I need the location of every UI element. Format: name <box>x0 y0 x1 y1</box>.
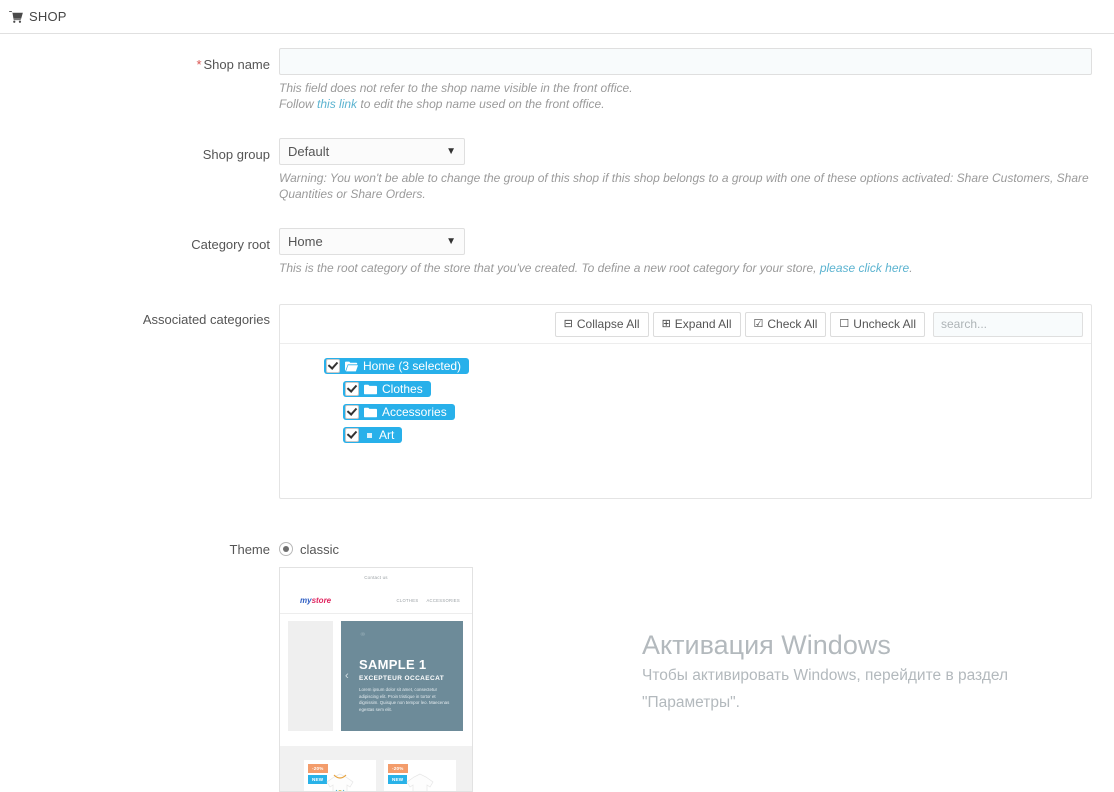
folder-icon <box>364 407 377 418</box>
category-node-chip[interactable]: Home (3 selected) <box>324 358 470 374</box>
theme-option-label: classic <box>300 541 340 557</box>
preview-slide-title: SAMPLE 1 <box>359 657 427 672</box>
category-root-row: Category root Home ▼ This is the root ca… <box>0 228 1114 276</box>
category-tree-node[interactable]: Accessories <box>280 404 1091 420</box>
category-node-label: Home (3 selected) <box>363 359 462 373</box>
preview-slide-subtitle: EXCEPTEUR OCCAECAT <box>359 675 445 682</box>
check-all-button[interactable]: ☑ Check All <box>744 311 827 337</box>
shop-name-help-line2: Follow this link to edit the shop name u… <box>279 96 1089 112</box>
category-tree-toolbar: ⊟ Collapse All ⊞ Expand All ☑ Check All … <box>280 305 1091 344</box>
category-root-select[interactable]: Home ▼ <box>279 228 465 255</box>
preview-main: ⚭ SAMPLE 1 EXCEPTEUR OCCAECAT Lorem ipsu… <box>280 614 472 739</box>
uncheck-all-label: Uncheck All <box>853 317 916 331</box>
preview-prev-arrow-icon: ‹ <box>345 670 349 682</box>
category-tree-node[interactable]: Home (3 selected) <box>280 358 1091 374</box>
shop-name-input[interactable] <box>279 48 1092 75</box>
shop-name-help-line1: This field does not refer to the shop na… <box>279 81 633 95</box>
theme-option-classic[interactable]: classic <box>279 541 1092 557</box>
collapse-all-button[interactable]: ⊟ Collapse All <box>554 311 649 337</box>
required-marker: * <box>196 57 202 72</box>
leaf-node-icon <box>367 432 372 438</box>
logo-my: my <box>300 595 312 605</box>
watermark-title: Активация Windows <box>642 630 891 660</box>
shop-name-label-text: Shop name <box>203 57 271 72</box>
category-checkbox[interactable] <box>326 359 340 373</box>
category-checkbox[interactable] <box>345 382 359 396</box>
category-tree-body: Home (3 selected) Clothes Accessories Art <box>280 344 1091 498</box>
tshirt-image <box>326 773 354 791</box>
category-root-help: This is the root category of the store t… <box>279 260 1089 276</box>
preview-nav-links: CLOTHES ACCESSORIES <box>397 598 462 603</box>
preview-contact-us: Contact us <box>364 575 388 580</box>
associated-categories-row: Associated categories ⊟ Collapse All ⊞ E… <box>0 302 1114 499</box>
category-node-chip[interactable]: Clothes <box>343 381 431 397</box>
check-all-label: Check All <box>767 317 818 331</box>
tshirt-image <box>406 773 434 791</box>
preview-product-card: -20% NEW <box>304 760 376 791</box>
preview-product-card: -20% NEW <box>384 760 456 791</box>
category-tree-node[interactable]: Art <box>280 427 1091 443</box>
help-suffix: . <box>909 261 913 275</box>
category-node-label: Clothes <box>382 382 423 396</box>
preview-slide-body: Lorem ipsum dolor sit amet, consectetur … <box>359 687 450 712</box>
category-search-input[interactable] <box>933 311 1083 337</box>
preview-sidebar-block <box>288 621 333 731</box>
category-root-value: Home <box>288 234 323 249</box>
category-node-label: Art <box>379 428 395 442</box>
collapse-all-label: Collapse All <box>576 317 640 331</box>
preview-logo: mystore <box>300 596 331 605</box>
shop-group-select[interactable]: Default ▼ <box>279 138 465 165</box>
theme-label: Theme <box>229 542 270 557</box>
empty-box-icon: ☐ <box>839 317 850 330</box>
logo-store: store <box>311 595 332 605</box>
shop-name-help: This field does not refer to the shop na… <box>279 80 1089 112</box>
help-prefix: This is the root category of the store t… <box>279 261 820 275</box>
category-tree-panel: ⊟ Collapse All ⊞ Expand All ☑ Check All … <box>279 304 1092 499</box>
preview-nav: mystore CLOTHES ACCESSORIES <box>280 587 472 614</box>
page-title: SHOP <box>29 9 67 24</box>
category-node-chip[interactable]: Accessories <box>343 404 455 420</box>
collapse-icon: ⊟ <box>563 317 573 330</box>
chevron-down-icon: ▼ <box>446 146 456 157</box>
category-node-chip[interactable]: Art <box>343 427 403 443</box>
shopping-cart-icon <box>9 10 23 23</box>
category-checkbox[interactable] <box>345 405 359 419</box>
expand-all-button[interactable]: ⊞ Expand All <box>652 311 741 337</box>
category-checkbox[interactable] <box>345 428 359 442</box>
checked-box-icon: ☑ <box>753 317 764 330</box>
category-root-label: Category root <box>191 237 270 252</box>
broken-image-icon: ⚭ <box>359 629 367 639</box>
please-click-here-link[interactable]: please click here <box>820 261 909 275</box>
radio-selected-icon[interactable] <box>279 542 293 556</box>
expand-icon: ⊞ <box>661 317 671 330</box>
watermark-line2: "Параметры". <box>642 694 740 711</box>
category-node-label: Accessories <box>382 405 447 419</box>
uncheck-all-button[interactable]: ☐ Uncheck All <box>830 311 925 337</box>
shop-group-row: Shop group Default ▼ Warning: You won't … <box>0 138 1114 202</box>
watermark-line1: Чтобы активировать Windows, перейдите в … <box>642 667 1009 684</box>
windows-activation-watermark: Активация Windows Чтобы активировать Win… <box>642 628 1008 716</box>
chevron-down-icon: ▼ <box>446 236 456 247</box>
preview-nav-link: ACCESSORIES <box>426 597 460 603</box>
shop-group-help: Warning: You won't be able to change the… <box>279 171 1089 201</box>
help-prefix: Follow <box>279 97 318 111</box>
category-tree-node[interactable]: Clothes <box>280 381 1091 397</box>
help-suffix: to edit the shop name used on the front … <box>357 97 605 111</box>
open-folder-icon <box>345 361 358 372</box>
shop-name-row: * Shop name This field does not refer to … <box>0 48 1114 112</box>
preview-nav-link: CLOTHES <box>396 597 419 603</box>
shop-group-value: Default <box>288 144 330 159</box>
expand-all-label: Expand All <box>674 317 732 331</box>
panel-header: SHOP <box>0 0 1114 34</box>
theme-preview-thumbnail[interactable]: Contact us mystore CLOTHES ACCESSORIES ⚭ … <box>279 567 473 792</box>
this-link[interactable]: this link <box>317 97 357 111</box>
preview-slider: ⚭ SAMPLE 1 EXCEPTEUR OCCAECAT Lorem ipsu… <box>341 621 463 731</box>
shop-name-label: * Shop name <box>0 48 279 72</box>
preview-products: -20% NEW -20% NEW <box>280 746 472 791</box>
shop-group-label: Shop group <box>202 147 270 162</box>
associated-categories-label: Associated categories <box>142 312 270 327</box>
folder-icon <box>364 384 377 395</box>
